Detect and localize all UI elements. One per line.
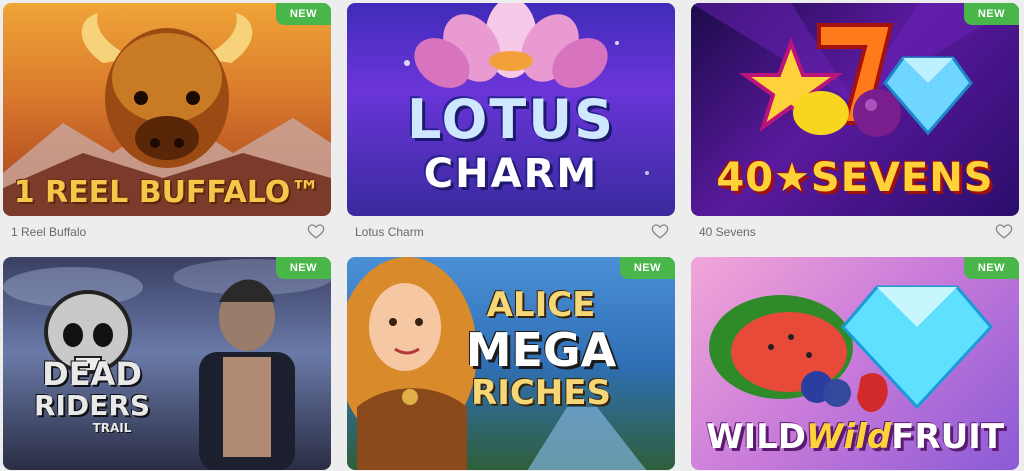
heart-icon[interactable] bbox=[307, 222, 325, 240]
artwork-title-part1: WILD bbox=[705, 417, 807, 457]
artwork-title-line1: DEAD bbox=[42, 355, 142, 393]
artwork-title-line3: RICHES bbox=[471, 373, 611, 413]
game-thumbnail[interactable]: DEAD RIDERS TRAIL NEW bbox=[3, 257, 331, 470]
game-thumbnail[interactable]: 1 REEL BUFFALO™ NEW bbox=[3, 3, 331, 216]
artwork-title-line1: LOTUS bbox=[407, 88, 615, 151]
game-card[interactable]: ALICE MEGA RICHES NEW bbox=[347, 257, 675, 470]
artwork-title-line2: CHARM bbox=[423, 151, 599, 197]
artwork-title-part2: Wild bbox=[806, 417, 892, 457]
new-badge: NEW bbox=[963, 3, 1019, 25]
heart-icon[interactable] bbox=[651, 222, 669, 240]
game-card[interactable]: LOTUS CHARM Lotus Charm bbox=[347, 3, 675, 246]
game-name[interactable]: 1 Reel Buffalo bbox=[11, 225, 86, 239]
game-meta: 40 Sevens bbox=[691, 216, 1019, 246]
new-badge: NEW bbox=[275, 3, 331, 25]
game-thumbnail[interactable]: WILDWildFRUIT NEW bbox=[691, 257, 1019, 470]
artwork-title: 1 REEL BUFFALO™ bbox=[13, 175, 321, 210]
artwork-title-part3: FRUIT bbox=[891, 417, 1005, 457]
artwork-title-line2: RIDERS bbox=[33, 389, 151, 422]
game-thumbnail[interactable]: ALICE MEGA RICHES NEW bbox=[347, 257, 675, 470]
game-meta: 1 Reel Buffalo bbox=[3, 216, 331, 246]
artwork-title-line2: MEGA bbox=[465, 323, 617, 377]
artwork-title-line3: TRAIL bbox=[92, 421, 132, 435]
game-card[interactable]: 40★SEVENS NEW 40 Sevens bbox=[691, 3, 1019, 246]
new-badge: NEW bbox=[275, 257, 331, 279]
heart-icon[interactable] bbox=[995, 222, 1013, 240]
game-meta: Lotus Charm bbox=[347, 216, 675, 246]
artwork-title: 40★SEVENS bbox=[716, 155, 994, 201]
game-name[interactable]: 40 Sevens bbox=[699, 225, 756, 239]
new-badge: NEW bbox=[619, 257, 675, 279]
game-name[interactable]: Lotus Charm bbox=[355, 225, 424, 239]
game-thumbnail[interactable]: LOTUS CHARM bbox=[347, 3, 675, 216]
game-grid: 1 REEL BUFFALO™ NEW 1 Reel Buffalo LOTUS… bbox=[0, 0, 1024, 471]
game-card[interactable]: DEAD RIDERS TRAIL NEW bbox=[3, 257, 331, 470]
artwork-title-line1: ALICE bbox=[486, 285, 596, 325]
artwork-title: WILDWildFRUIT bbox=[691, 417, 1019, 457]
game-card[interactable]: WILDWildFRUIT NEW bbox=[691, 257, 1019, 470]
game-thumbnail[interactable]: 40★SEVENS NEW bbox=[691, 3, 1019, 216]
new-badge: NEW bbox=[963, 257, 1019, 279]
game-card[interactable]: 1 REEL BUFFALO™ NEW 1 Reel Buffalo bbox=[3, 3, 331, 246]
